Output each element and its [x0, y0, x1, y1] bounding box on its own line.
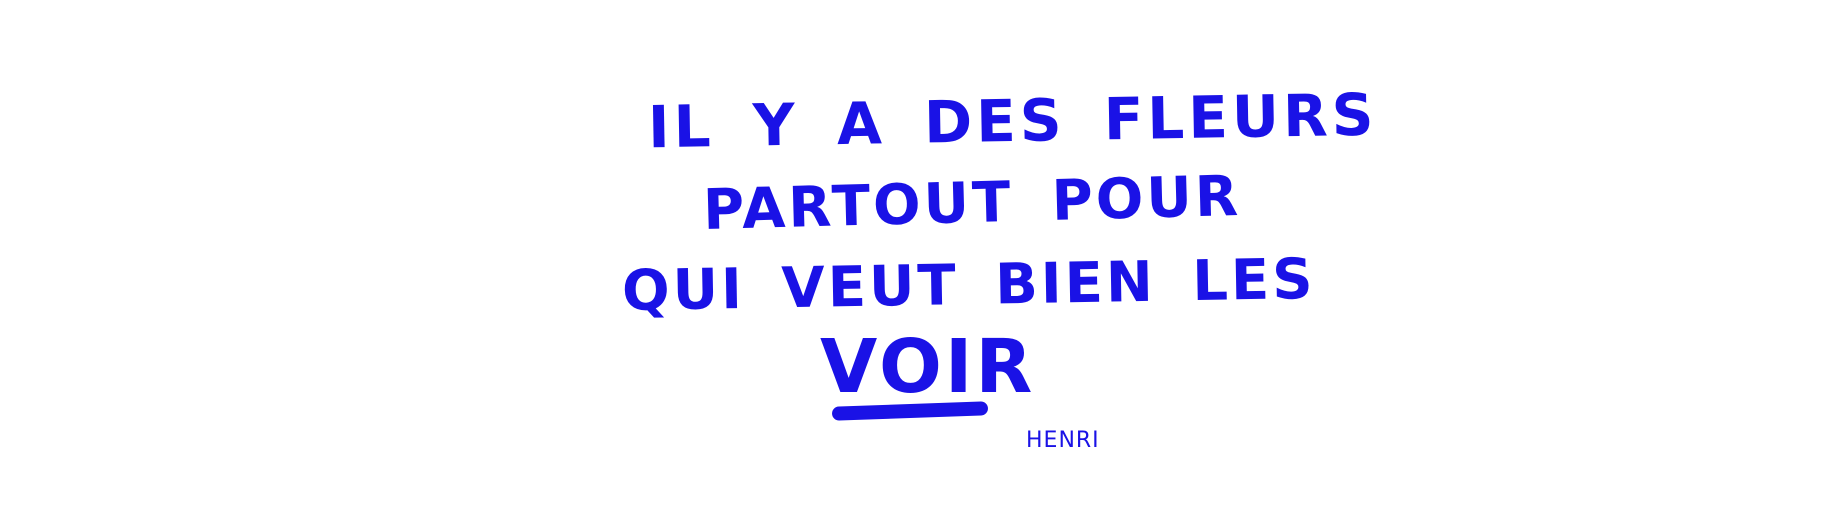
- quote-line-4: VOIR: [820, 324, 1036, 410]
- quote-line-2: PARTOUT POUR: [702, 163, 1242, 244]
- quote-line-1: IL Y A DES FLEURS: [647, 80, 1379, 162]
- signature: HENRI: [1026, 428, 1100, 453]
- handwritten-quote-canvas: IL Y A DES FLEURS PARTOUT POUR QUI VEUT …: [0, 0, 1839, 515]
- quote-line-3: QUI VEUT BIEN LES: [621, 246, 1317, 325]
